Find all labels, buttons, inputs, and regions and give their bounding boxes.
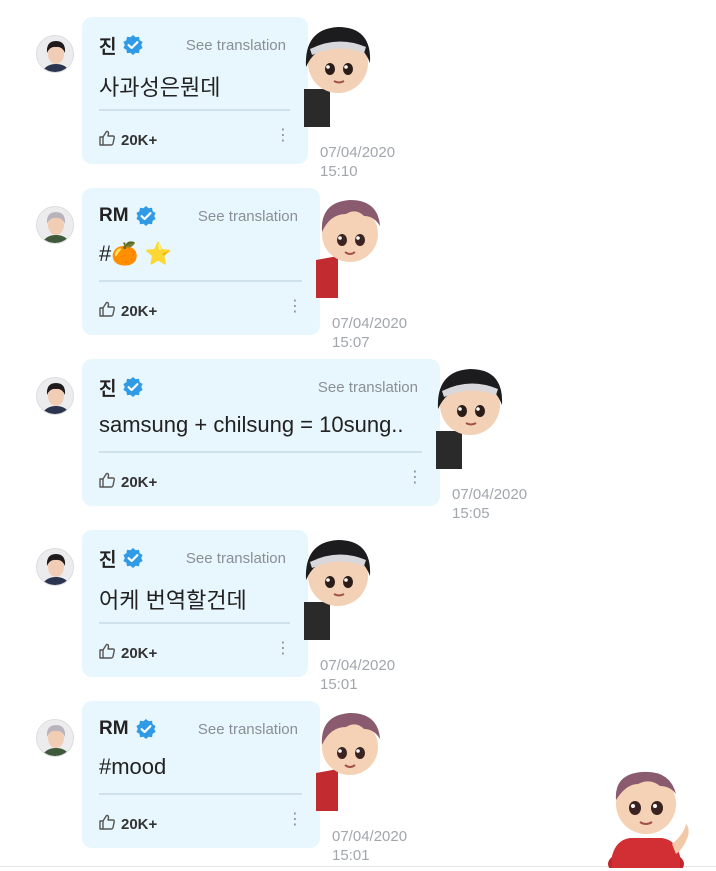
timestamp-time: 15:01 — [320, 676, 358, 693]
message-feed: 진 See translation 사과성은뭔데 20K+ ⋮ 07/04/20… — [0, 0, 716, 871]
author-avatar[interactable] — [36, 548, 74, 586]
author-avatar[interactable] — [36, 377, 74, 415]
message-text: 어케 번역할건데 — [99, 588, 247, 613]
message-item: RM See translation #🍊 ⭐ 20K+ ⋮ 07/04/202… — [0, 188, 716, 351]
verified-badge-icon — [122, 547, 144, 569]
message-text: samsung + chilsung = 10sung.. — [99, 412, 404, 437]
bubble-divider — [99, 451, 422, 453]
author-name[interactable]: 진 — [99, 374, 116, 401]
message-text: #🍊 ⭐ — [99, 241, 173, 266]
author-avatar[interactable] — [36, 206, 74, 244]
verified-badge-icon — [135, 718, 157, 740]
like-button[interactable]: 20K+ — [98, 471, 157, 494]
like-button[interactable]: 20K+ — [98, 300, 157, 323]
more-vertical-icon[interactable]: ⋮ — [407, 470, 423, 486]
timestamp: 07/04/2020 15:01 — [320, 656, 395, 694]
more-vertical-icon[interactable]: ⋮ — [275, 641, 291, 657]
message-bubble: 진 See translation 어케 번역할건데 20K+ ⋮ — [82, 530, 308, 677]
timestamp-date: 07/04/2020 — [332, 828, 408, 845]
thumbs-up-icon — [98, 813, 116, 836]
bubble-divider — [99, 280, 302, 282]
see-translation-link[interactable]: See translation — [198, 208, 298, 225]
message-bubble: 진 See translation 사과성은뭔데 20K+ ⋮ — [82, 17, 308, 164]
message-bubble: 진 See translation samsung + chilsung = 1… — [82, 359, 440, 506]
like-count: 20K+ — [121, 303, 158, 320]
author-name[interactable]: RM — [99, 205, 129, 227]
jin-mascot-sticker — [436, 361, 506, 469]
author-avatar[interactable] — [36, 719, 74, 757]
timestamp-date: 07/04/2020 — [332, 315, 408, 332]
thumbs-up-icon — [98, 642, 116, 665]
thumbs-up-icon — [98, 471, 116, 494]
thumbs-up-icon — [98, 300, 116, 323]
bubble-divider — [99, 793, 302, 795]
like-button[interactable]: 20K+ — [98, 129, 157, 152]
more-vertical-icon[interactable]: ⋮ — [287, 299, 303, 315]
author-avatar[interactable] — [36, 35, 74, 73]
author-row: 진 — [99, 32, 144, 59]
message-item: 진 See translation samsung + chilsung = 1… — [0, 359, 716, 522]
author-row: 진 — [99, 374, 144, 401]
like-count: 20K+ — [121, 132, 158, 149]
timestamp-time: 15:05 — [452, 505, 490, 522]
see-translation-link[interactable]: See translation — [186, 550, 286, 567]
author-name[interactable]: RM — [99, 718, 129, 740]
message-item: 진 See translation 사과성은뭔데 20K+ ⋮ 07/04/20… — [0, 17, 716, 180]
timestamp: 07/04/2020 15:07 — [332, 314, 407, 352]
more-vertical-icon[interactable]: ⋮ — [287, 812, 303, 828]
timestamp-date: 07/04/2020 — [452, 486, 528, 503]
verified-badge-icon — [122, 34, 144, 56]
message-bubble: RM See translation #🍊 ⭐ 20K+ ⋮ — [82, 188, 320, 335]
timestamp: 07/04/2020 15:01 — [332, 827, 407, 865]
like-count: 20K+ — [121, 816, 158, 833]
message-item: 진 See translation 어케 번역할건데 20K+ ⋮ 07/04/… — [0, 530, 716, 693]
see-translation-link[interactable]: See translation — [198, 721, 298, 738]
like-button[interactable]: 20K+ — [98, 642, 157, 665]
author-row: RM — [99, 717, 157, 741]
thumbs-up-icon — [98, 129, 116, 152]
verified-badge-icon — [122, 376, 144, 398]
author-row: RM — [99, 204, 157, 228]
jin-mascot-sticker — [304, 532, 374, 640]
see-translation-link[interactable]: See translation — [186, 37, 286, 54]
like-count: 20K+ — [121, 645, 158, 662]
like-count: 20K+ — [121, 474, 158, 491]
see-translation-link[interactable]: See translation — [318, 379, 418, 396]
timestamp-time: 15:10 — [320, 163, 358, 180]
jin-mascot-sticker — [304, 19, 374, 127]
bubble-divider — [99, 109, 290, 111]
verified-badge-icon — [135, 205, 157, 227]
author-name[interactable]: 진 — [99, 32, 116, 59]
rm-mascot-sticker — [316, 703, 386, 811]
timestamp-date: 07/04/2020 — [320, 144, 396, 161]
rm-mascot-sticker — [598, 764, 694, 871]
timestamp-date: 07/04/2020 — [320, 657, 396, 674]
timestamp-time: 15:01 — [332, 847, 370, 864]
message-bubble: RM See translation #mood 20K+ ⋮ — [82, 701, 320, 848]
timestamp: 07/04/2020 15:05 — [452, 485, 527, 523]
timestamp: 07/04/2020 15:10 — [320, 143, 395, 181]
timestamp-time: 15:07 — [332, 334, 370, 351]
like-button[interactable]: 20K+ — [98, 813, 157, 836]
bubble-divider — [99, 622, 290, 624]
author-name[interactable]: 진 — [99, 545, 116, 572]
author-row: 진 — [99, 545, 144, 572]
rm-mascot-sticker — [316, 190, 386, 298]
message-text: 사과성은뭔데 — [99, 75, 221, 100]
more-vertical-icon[interactable]: ⋮ — [275, 128, 291, 144]
message-text: #mood — [99, 754, 167, 779]
